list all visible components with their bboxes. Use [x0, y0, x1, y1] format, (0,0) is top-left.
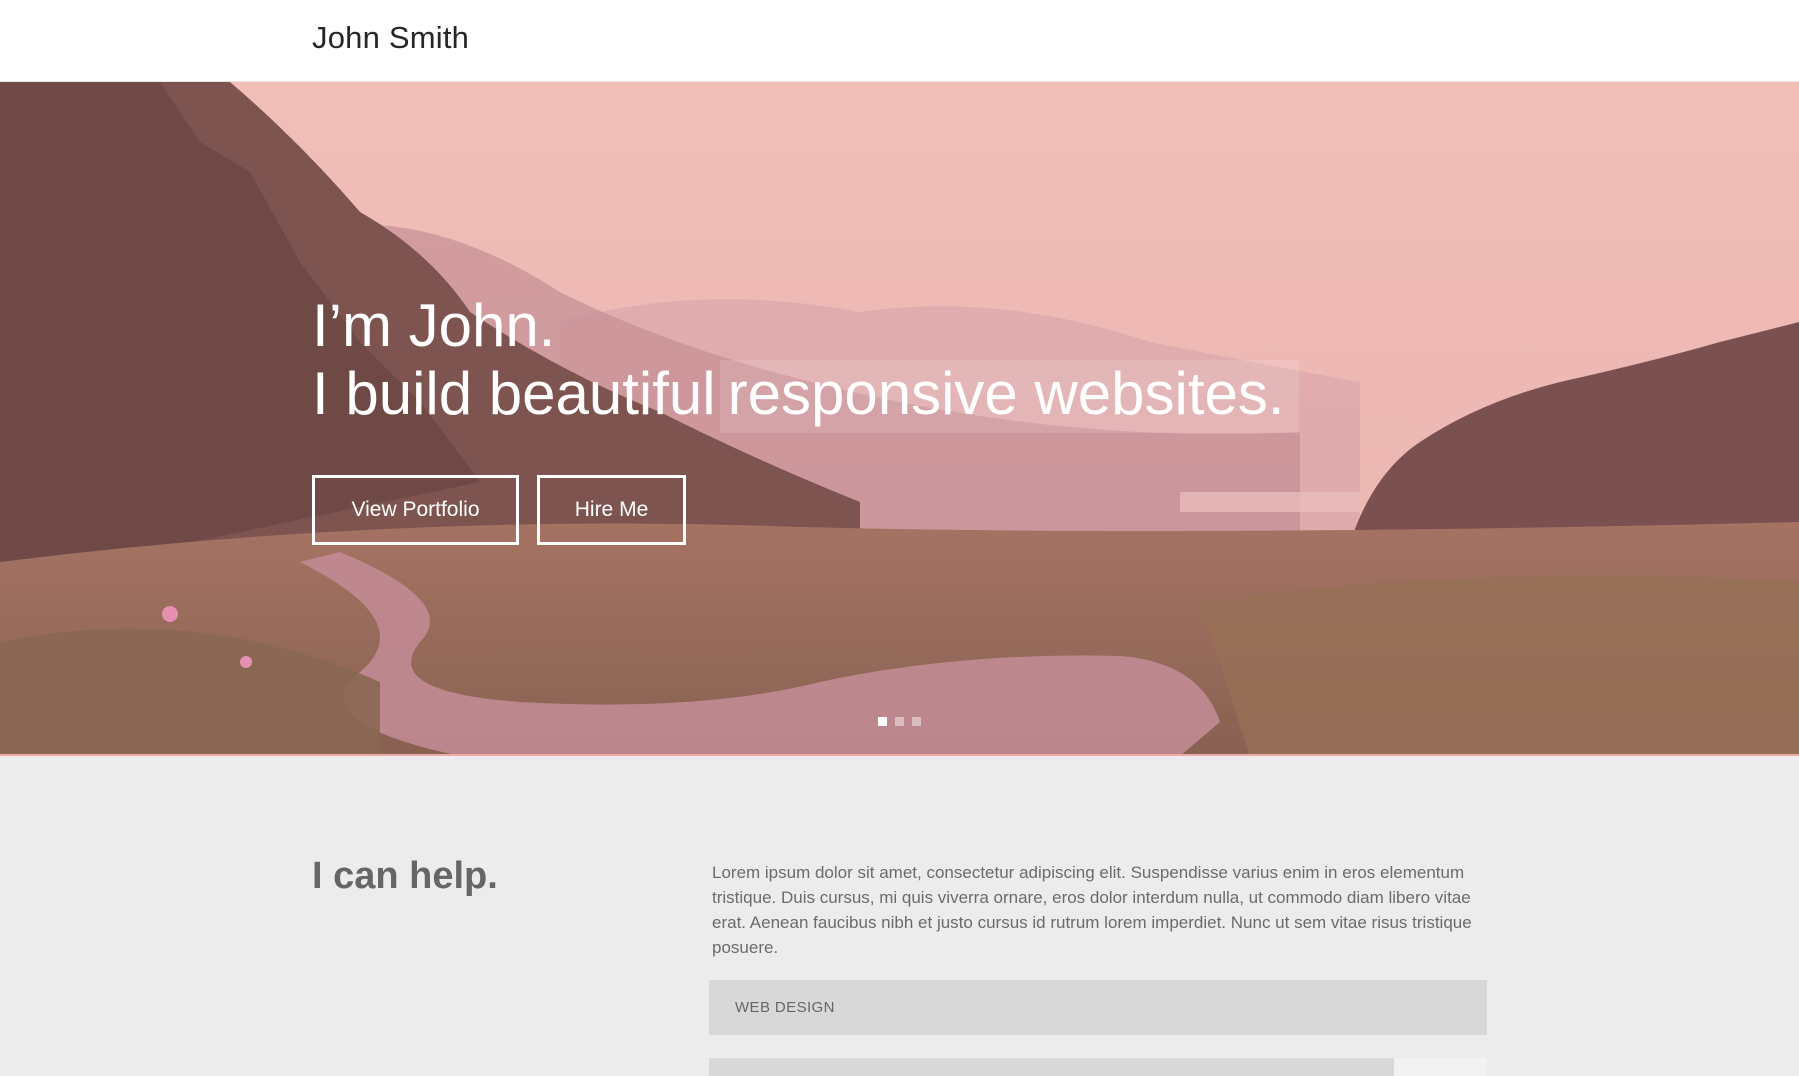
site-header: John Smith: [0, 0, 1799, 82]
hero-cta-group: View Portfolio Hire Me: [312, 475, 686, 545]
slider-dot[interactable]: [895, 717, 904, 726]
view-portfolio-button[interactable]: View Portfolio: [312, 475, 519, 545]
hero-section: I’m John. I build beautiful responsive we…: [0, 82, 1799, 756]
hero-tagline-text: I build beautiful: [312, 360, 716, 427]
slider-dot[interactable]: [912, 717, 921, 726]
service-item-web-design[interactable]: WEB DESIGN: [709, 980, 1487, 1035]
help-section-title: I can help.: [312, 855, 498, 897]
hire-me-button[interactable]: Hire Me: [537, 475, 686, 545]
slider-dot[interactable]: [878, 717, 887, 726]
hero-intro-line: I’m John.: [312, 292, 556, 359]
site-brand-link[interactable]: John Smith: [312, 20, 469, 56]
slider-dots: [878, 717, 921, 726]
service-label: WEB DESIGN: [735, 999, 835, 1016]
skill-progress-fill: [709, 1058, 1394, 1076]
skill-progress-bar: [709, 1058, 1487, 1076]
hero-heading: I’m John. I build beautiful responsive we…: [312, 292, 1299, 433]
help-description: Lorem ipsum dolor sit amet, consectetur …: [712, 863, 1472, 957]
hero-tagline: I build beautiful responsive websites.: [312, 360, 1299, 433]
hero-tagline-highlight: responsive websites.: [719, 360, 1299, 433]
